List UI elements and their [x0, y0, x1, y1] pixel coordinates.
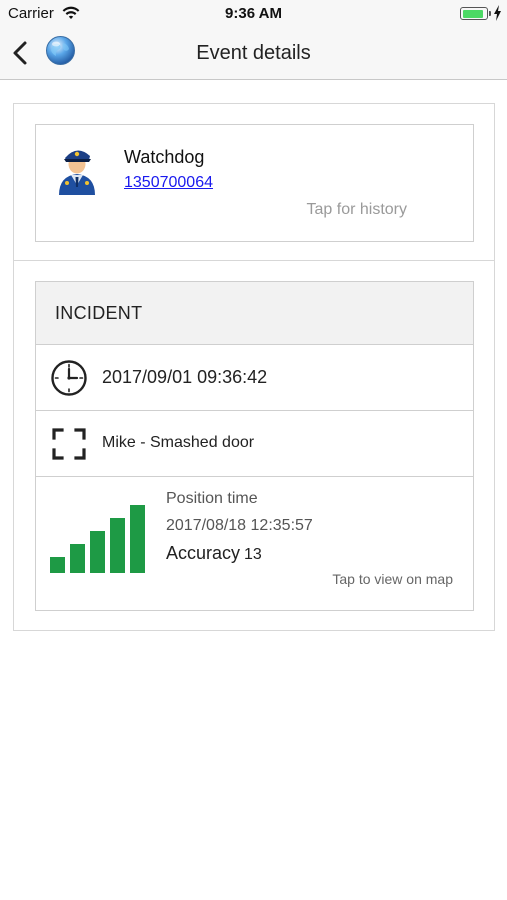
signal-bar — [50, 557, 65, 573]
focus-frame-icon — [52, 428, 86, 460]
incident-title: INCIDENT — [55, 303, 143, 323]
accuracy-label: Accuracy — [166, 543, 241, 563]
history-link[interactable]: Tap for history — [307, 201, 407, 219]
accuracy-value: 13 — [244, 546, 262, 563]
phone-link[interactable]: 1350700064 — [124, 174, 213, 192]
status-bar: Carrier 9:36 AM — [0, 0, 507, 28]
signal-strength-icon — [50, 505, 145, 573]
incident-timestamp: 2017/09/01 09:36:42 — [102, 367, 268, 387]
navigation-bar: Event details — [0, 28, 507, 80]
person-card[interactable]: Watchdog 1350700064 Tap for history — [35, 124, 474, 242]
incident-time-row: 2017/09/01 09:36:42 — [36, 346, 473, 411]
signal-bar — [110, 518, 125, 573]
person-name: Watchdog — [124, 147, 205, 167]
page-title: Event details — [196, 42, 311, 64]
battery-icon — [460, 7, 488, 20]
clock-time: 9:36 AM — [225, 5, 282, 22]
battery-level-fill — [462, 9, 483, 18]
charging-bolt-icon — [494, 5, 501, 21]
section-divider — [14, 260, 494, 261]
signal-bar — [90, 531, 105, 573]
police-officer-icon — [59, 150, 95, 195]
incident-card: INCIDENT 2017/09/01 09:36:42 Mike - Smas… — [35, 281, 474, 611]
battery-tip — [489, 11, 491, 16]
view-on-map-link[interactable]: Tap to view on map — [332, 571, 453, 587]
accuracy: Accuracy 13 — [166, 543, 262, 564]
incident-header: INCIDENT — [36, 282, 473, 345]
clock-icon — [51, 360, 87, 396]
incident-description-row: Mike - Smashed door — [36, 411, 473, 477]
signal-bar — [130, 505, 145, 573]
position-time-label: Position time — [166, 490, 258, 507]
incident-description: Mike - Smashed door — [102, 434, 255, 451]
position-time-value: 2017/08/18 12:35:57 — [166, 517, 313, 534]
event-details-container: Watchdog 1350700064 Tap for history INCI… — [13, 103, 495, 631]
signal-bar — [70, 544, 85, 573]
position-row[interactable]: Position time 2017/08/18 12:35:57 Accura… — [36, 477, 473, 610]
